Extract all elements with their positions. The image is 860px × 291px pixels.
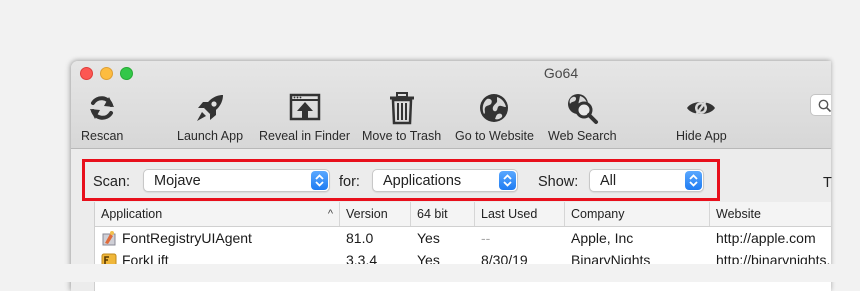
trash-icon (388, 89, 416, 127)
go-to-website-button[interactable]: Go to Website (455, 89, 534, 143)
globe-icon (478, 89, 510, 127)
column-header-version[interactable]: Version (340, 202, 411, 226)
table-header: Application ^ Version 64 bit Last Used C… (95, 202, 831, 227)
column-header-company[interactable]: Company (565, 202, 710, 226)
refresh-icon (87, 89, 117, 127)
titlebar-toolbar: Go64 Rescan Launch App Reveal in Finder … (71, 61, 831, 149)
scan-options-highlight (82, 159, 720, 201)
hide-app-button[interactable]: Hide App (676, 89, 727, 143)
rocket-icon (193, 89, 227, 127)
truncated-label: T (823, 175, 832, 191)
search-field[interactable] (810, 94, 831, 116)
column-header-website[interactable]: Website (710, 202, 831, 226)
sort-ascending-icon: ^ (327, 208, 333, 220)
rescan-button[interactable]: Rescan (81, 89, 123, 143)
column-header-application[interactable]: Application ^ (95, 202, 340, 226)
launch-app-button[interactable]: Launch App (177, 89, 243, 143)
web-search-button[interactable]: Web Search (548, 89, 617, 143)
column-header-64bit[interactable]: 64 bit (411, 202, 475, 226)
search-icon (818, 99, 831, 113)
page-background-band (0, 264, 860, 282)
eye-slash-icon (685, 89, 717, 127)
table-row[interactable]: FontRegistryUIAgent 81.0 Yes -- Apple, I… (95, 227, 831, 249)
font-registry-app-icon (101, 230, 117, 246)
window-title: Go64 (543, 65, 579, 81)
reveal-in-finder-button[interactable]: Reveal in Finder (259, 89, 350, 143)
column-header-last-used[interactable]: Last Used (475, 202, 565, 226)
move-to-trash-button[interactable]: Move to Trash (362, 89, 441, 143)
reveal-in-finder-icon (288, 89, 322, 127)
web-search-icon (565, 89, 599, 127)
